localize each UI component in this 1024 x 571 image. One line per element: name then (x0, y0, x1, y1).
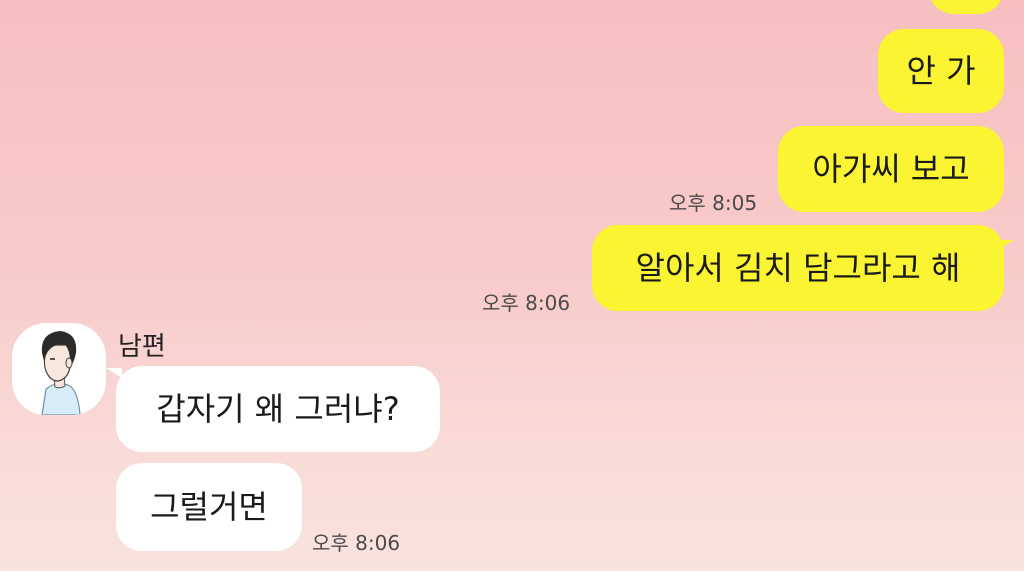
message-timestamp: 오후 8:05 (669, 191, 758, 215)
incoming-message-bubble[interactable]: 그럴거면 (116, 463, 302, 551)
message-text: 갑자기 왜 그러냐? (156, 390, 400, 428)
message-text: 그럴거면 (150, 488, 268, 526)
outgoing-message-bubble[interactable]: 알아서 김치 담그라고 해 (592, 225, 1004, 311)
message-text: 아가씨 보고 (812, 150, 970, 188)
man-profile-icon (41, 331, 81, 415)
message-timestamp: 오후 8:06 (482, 291, 571, 315)
bubble-tail (998, 240, 1014, 250)
message-text: 안 가 (906, 52, 976, 90)
message-text: 알아서 김치 담그라고 해 (635, 249, 961, 287)
sender-name: 남편 (118, 332, 166, 362)
outgoing-message-bubble[interactable]: 아가씨 보고 (778, 126, 1004, 212)
incoming-message-bubble[interactable]: 갑자기 왜 그러냐? (116, 366, 440, 452)
outgoing-message-bubble-partial[interactable] (928, 0, 1004, 14)
avatar[interactable] (12, 323, 106, 415)
message-timestamp: 오후 8:06 (312, 531, 401, 555)
outgoing-message-bubble[interactable]: 안 가 (878, 29, 1004, 113)
